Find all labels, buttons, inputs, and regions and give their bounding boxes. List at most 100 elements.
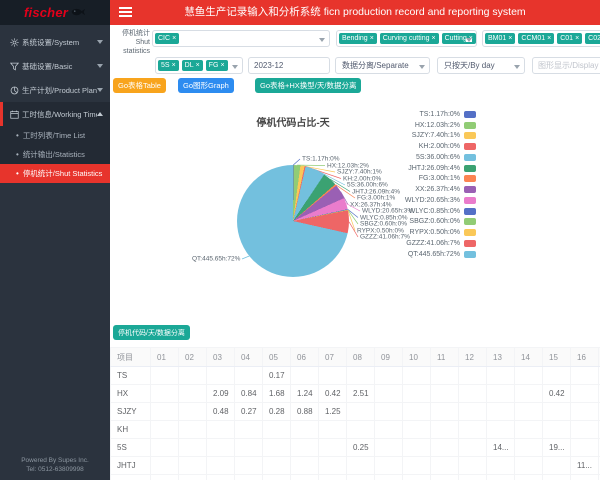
table-cell xyxy=(207,439,235,457)
legend-label: XX:26.37h:4% xyxy=(415,186,460,193)
legend-item[interactable]: 5S:36.00h:6% xyxy=(360,152,476,163)
row-label: KH xyxy=(111,421,151,439)
table-cell xyxy=(179,421,207,439)
table-cell xyxy=(151,475,179,480)
legend-item[interactable]: SJZY:7.40h:1% xyxy=(360,131,476,142)
app-title: 慧鱼生产记录输入和分析系统 ficn production record and… xyxy=(110,0,600,25)
top-header: 慧鱼生产记录输入和分析系统 ficn production record and… xyxy=(110,0,600,25)
table-cell xyxy=(431,475,459,480)
sidebar-item-label: 工时信息/Working Time xyxy=(22,109,97,120)
table-cell: 1.24 xyxy=(291,385,319,403)
table-cell xyxy=(179,457,207,475)
column-header-day: 01 xyxy=(151,348,179,367)
table-cell: 2.09 xyxy=(207,385,235,403)
legend-label: TS:1.17h:0% xyxy=(420,111,460,118)
table-cell xyxy=(487,385,515,403)
row-label: SJZY xyxy=(111,403,151,421)
table-cell xyxy=(375,439,403,457)
table-row: KH xyxy=(111,421,600,439)
table-cell xyxy=(487,421,515,439)
sidebar-item-time-list[interactable]: • 工时列表/Time List xyxy=(0,126,110,145)
pie-chart-area: 停机代码占比-天 TS:1.17h:0%HX:12.03h:2%SJZY:7.4… xyxy=(110,25,600,325)
column-header-day: 15 xyxy=(543,348,571,367)
table-section-button[interactable]: 停机代码/天/数据分离 xyxy=(113,325,190,340)
table-cell xyxy=(319,475,347,480)
table-row: DL xyxy=(111,475,600,480)
sidebar-menu: 系统设置/System 基础设置/Basic 生产计划/Product Plan… xyxy=(0,30,110,183)
table-cell xyxy=(571,367,599,385)
table-cell xyxy=(375,421,403,439)
column-header-day: 07 xyxy=(319,348,347,367)
legend-label: GZZZ:41.06h:7% xyxy=(406,240,460,247)
sidebar-item-statistics[interactable]: •统计输出/Statistics xyxy=(0,145,110,164)
table-cell xyxy=(571,385,599,403)
legend-item[interactable]: KH:2.00h:0% xyxy=(360,141,476,152)
table-cell xyxy=(347,457,375,475)
table-cell xyxy=(151,367,179,385)
legend-label: SBGZ:0.60h:0% xyxy=(409,218,460,225)
table-cell xyxy=(151,421,179,439)
table-cell xyxy=(291,421,319,439)
sidebar-item-working-time[interactable]: 工时信息/Working Time xyxy=(0,102,110,126)
table-cell xyxy=(515,457,543,475)
column-header-day: 14 xyxy=(515,348,543,367)
table-cell: 0.28 xyxy=(263,403,291,421)
table-cell xyxy=(179,439,207,457)
gear-icon xyxy=(10,38,22,47)
legend-swatch xyxy=(464,154,476,161)
legend-swatch xyxy=(464,197,476,204)
bullet-icon: • xyxy=(16,131,19,140)
brand-logo-text: fischer xyxy=(24,5,68,20)
sidebar-item-basic[interactable]: 基础设置/Basic xyxy=(0,54,110,78)
table-cell xyxy=(179,403,207,421)
table-cell xyxy=(543,403,571,421)
legend-item[interactable]: QT:445.65h:72% xyxy=(360,249,476,260)
row-label: HX xyxy=(111,385,151,403)
table-cell xyxy=(235,421,263,439)
row-label: 5S xyxy=(111,439,151,457)
legend-label: FG:3.00h:1% xyxy=(419,175,460,182)
sidebar-item-shut-statistics[interactable]: •停机统计/Shut Statistics xyxy=(0,164,110,183)
table-cell xyxy=(291,475,319,480)
legend-item[interactable]: TS:1.17h:0% xyxy=(360,109,476,120)
sidebar-item-product-plan[interactable]: 生产计划/Product Plan xyxy=(0,78,110,102)
sidebar-item-system[interactable]: 系统设置/System xyxy=(0,30,110,54)
table-cell xyxy=(459,439,487,457)
column-header-day: 11 xyxy=(431,348,459,367)
pie-leader-line xyxy=(348,209,358,217)
row-label: TS xyxy=(111,367,151,385)
table-cell xyxy=(347,421,375,439)
column-header-day: 16 xyxy=(571,348,599,367)
hamburger-menu-icon[interactable] xyxy=(119,7,132,19)
legend-label: HX:12.03h:2% xyxy=(415,122,460,129)
main-content: 停机统计 Shut statistics CIC× Bending× Curvi… xyxy=(110,25,600,480)
table-cell xyxy=(263,475,291,480)
footer-phone: Tel: 0512-63809998 xyxy=(0,465,110,474)
legend-item[interactable]: HX:12.03h:2% xyxy=(360,120,476,131)
legend-swatch xyxy=(464,251,476,258)
legend-label: KH:2.00h:0% xyxy=(419,143,460,150)
table-cell xyxy=(515,367,543,385)
legend-swatch xyxy=(464,240,476,247)
legend-label: 5S:36.00h:6% xyxy=(416,154,460,161)
table-cell xyxy=(431,367,459,385)
table-cell xyxy=(375,385,403,403)
table-cell xyxy=(263,439,291,457)
column-header-day: 05 xyxy=(263,348,291,367)
chevron-down-icon xyxy=(97,40,103,44)
sidebar-subitem-label: 工时列表/Time List xyxy=(23,130,85,141)
table-cell xyxy=(487,457,515,475)
legend-label: WLYD:20.65h:3% xyxy=(405,197,460,204)
bullet-icon: • xyxy=(16,150,19,159)
table-cell: 19... xyxy=(543,439,571,457)
table-cell xyxy=(179,475,207,480)
chevron-down-icon xyxy=(97,64,103,68)
table-cell: 1.25 xyxy=(319,403,347,421)
pie[interactable] xyxy=(237,165,349,277)
table-cell xyxy=(291,457,319,475)
column-header-item: 项目 xyxy=(111,348,151,367)
table-cell xyxy=(179,367,207,385)
table-cell xyxy=(207,421,235,439)
table-cell xyxy=(543,421,571,439)
column-header-day: 08 xyxy=(347,348,375,367)
